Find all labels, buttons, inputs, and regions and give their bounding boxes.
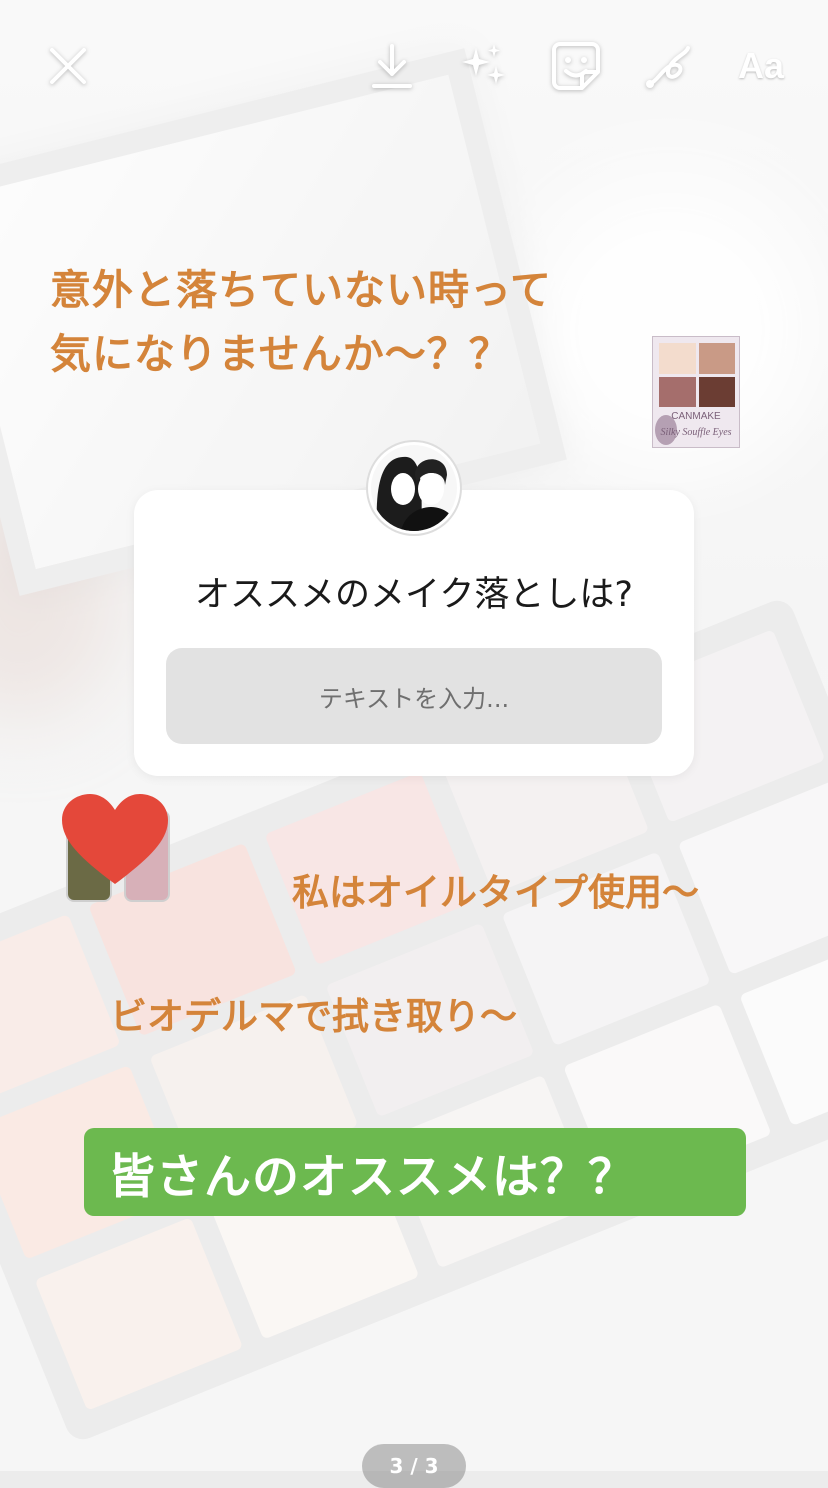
sticker-icon[interactable] [548,38,604,94]
avatar [368,442,460,534]
product-name: Silky Souffle Eyes [660,427,732,438]
text-tool-label: Aa [737,45,785,86]
cta-label: 皆さんのオススメは？？ [108,1149,636,1205]
question-text: オススメのメイク落としは? [195,575,633,615]
cta-banner[interactable]: 皆さんのオススメは？？ [84,1128,746,1216]
close-icon[interactable] [40,38,96,94]
story-toolbar: Aa [0,0,828,130]
heart-icon [62,794,168,884]
caption-oil[interactable]: 私はオイルタイプ使用〜 [292,862,699,916]
product-brand: CANMAKE [671,411,721,422]
sparkles-icon[interactable] [456,38,512,94]
download-icon[interactable] [364,38,420,94]
page-indicator: 3 / 3 [362,1444,466,1488]
headline-text[interactable]: 意外と落ちていない時って 気になりませんか〜？？ [50,258,552,386]
text-tool-button[interactable]: Aa [726,38,796,94]
page-indicator-label: 3 / 3 [389,1454,439,1478]
eyeshadow-sticker[interactable]: CANMAKE Silky Souffle Eyes [652,336,740,448]
answer-input[interactable]: テキストを入力... [166,648,662,744]
caption-bioderma[interactable]: ビオデルマで拭き取り〜 [110,986,517,1040]
eyeshadow-pans [659,343,735,407]
draw-icon[interactable] [640,38,696,94]
headline-line-1: 意外と落ちていない時って [50,266,552,314]
nail-polish-sticker[interactable] [60,792,180,912]
headline-line-2: 気になりませんか〜？？ [50,330,511,378]
